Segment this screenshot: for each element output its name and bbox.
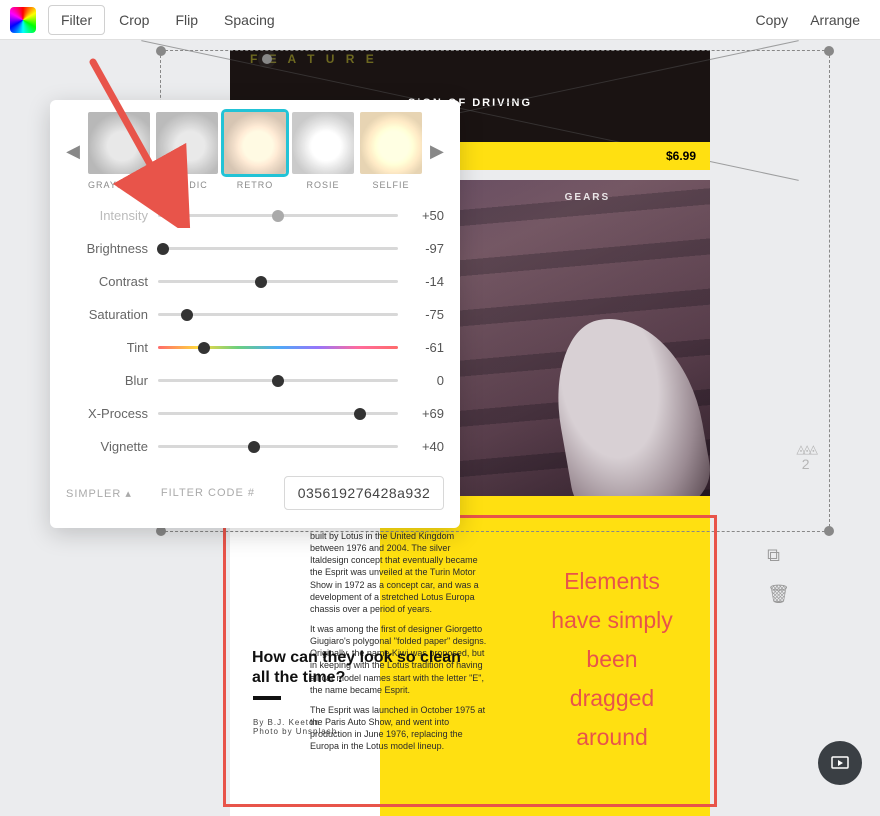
filter-panel: ◀ GRAYSCALE NORDIC RETRO ROSIE SELFIE ▶ …: [50, 100, 460, 528]
filter-code-label: FILTER CODE #: [161, 487, 255, 499]
color-picker-icon[interactable]: [10, 7, 36, 33]
filter-thumb-nordic[interactable]: NORDIC: [156, 112, 218, 190]
flip-menu-button[interactable]: Flip: [163, 6, 210, 34]
resize-handle-tl[interactable]: [156, 46, 166, 56]
copy-button[interactable]: Copy: [756, 12, 789, 28]
filter-thumb-grayscale[interactable]: GRAYSCALE: [88, 112, 150, 190]
present-button[interactable]: [818, 741, 862, 785]
filter-thumb-selfie[interactable]: SELFIE: [360, 112, 422, 190]
filter-menu-button[interactable]: Filter: [48, 5, 105, 35]
slider-intensity[interactable]: Intensity +50: [66, 208, 444, 223]
slider-blur[interactable]: Blur 0: [66, 373, 444, 388]
spacing-menu-button[interactable]: Spacing: [212, 6, 287, 34]
thumb-prev-icon[interactable]: ◀: [64, 141, 82, 162]
slider-vignette[interactable]: Vignette +40: [66, 439, 444, 454]
filter-thumb-rosie[interactable]: ROSIE: [292, 112, 354, 190]
slider-saturation[interactable]: Saturation -75: [66, 307, 444, 322]
stack-icon: ◬◬◬: [796, 442, 815, 456]
slider-brightness[interactable]: Brightness -97: [66, 241, 444, 256]
duplicate-page-icon[interactable]: ⧉: [767, 545, 790, 566]
headline-underline: [253, 696, 281, 700]
slider-tint[interactable]: Tint -61: [66, 340, 444, 355]
annotation-text: Elements have simply been dragged around: [522, 562, 702, 757]
slider-contrast[interactable]: Contrast -14: [66, 274, 444, 289]
resize-handle-tr[interactable]: [824, 46, 834, 56]
present-icon: [830, 753, 850, 773]
article-byline: By B.J. Keeton Photo by Unsplash: [253, 718, 337, 736]
article-headline[interactable]: How can they look so clean all the time?: [252, 648, 462, 688]
arrange-button[interactable]: Arrange: [810, 12, 860, 28]
thumb-next-icon[interactable]: ▶: [428, 141, 446, 162]
delete-page-icon[interactable]: 🗑: [767, 584, 790, 605]
canvas[interactable]: SION OF DRIVING $6.99 TURE GEARS F E A T…: [0, 40, 880, 803]
crop-menu-button[interactable]: Crop: [107, 6, 161, 34]
top-toolbar: Filter Crop Flip Spacing Copy Arrange: [0, 0, 880, 40]
page-indicator[interactable]: ◬◬◬ 2: [796, 442, 815, 472]
filter-thumb-retro[interactable]: RETRO: [224, 112, 286, 190]
resize-handle-br[interactable]: [824, 526, 834, 536]
filter-code-input[interactable]: [284, 476, 444, 510]
slider-xprocess[interactable]: X-Process +69: [66, 406, 444, 421]
page-number: 2: [796, 456, 815, 472]
simpler-toggle[interactable]: SIMPLER ▴: [66, 487, 132, 500]
